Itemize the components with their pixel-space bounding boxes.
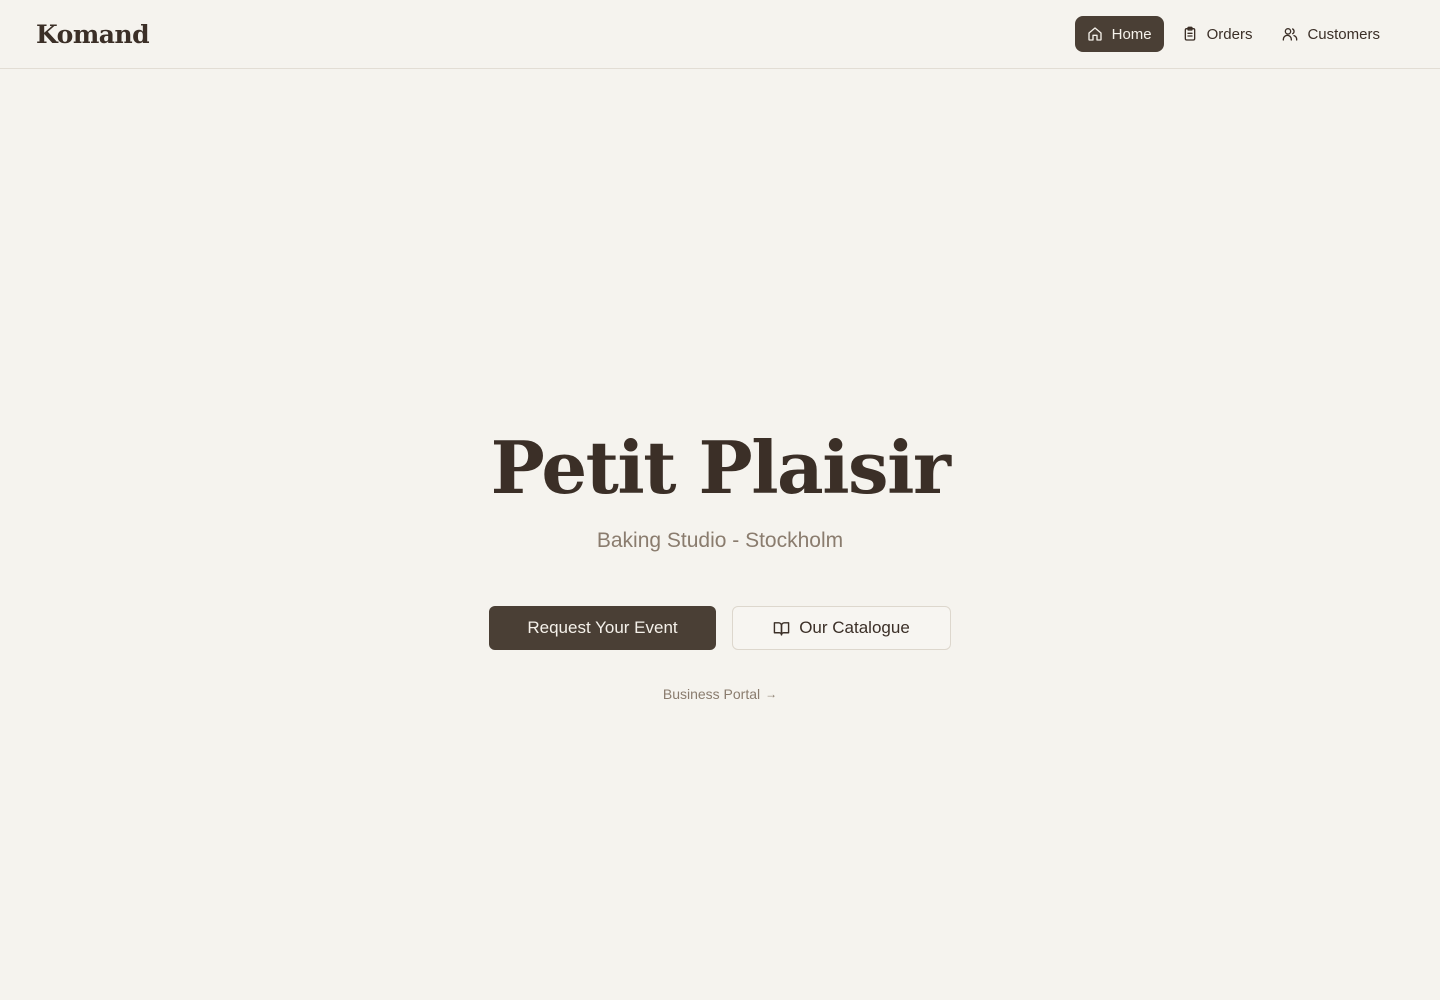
nav-item-home[interactable]: Home [1074,16,1164,52]
request-event-button[interactable]: Request Your Event [489,606,716,650]
hero-subtitle: Baking Studio - Stockholm [596,529,844,552]
book-open-icon [773,620,790,637]
hero-section: Petit Plaisir Baking Studio - Stockholm … [0,420,1440,702]
nav-item-label: Customers [1307,25,1380,43]
request-event-button-label: Request Your Event [527,618,678,637]
cta-row: Request Your Event Our Catalogue [489,606,951,650]
nav-item-label: Home [1111,25,1152,43]
clipboard-icon [1182,26,1198,42]
catalogue-button-label: Our Catalogue [799,618,910,637]
catalogue-button[interactable]: Our Catalogue [732,606,951,650]
arrow-right-icon: → [765,687,778,701]
nav-item-customers[interactable]: Customers [1270,16,1392,52]
top-navigation-bar: Komand Home Orders Customers [0,0,1440,69]
nav-item-label: Orders [1206,25,1253,43]
hero-title: Petit Plaisir [490,425,951,510]
brand-logo[interactable]: Komand [36,20,150,49]
home-icon [1087,26,1103,42]
business-portal-label: Business Portal [662,686,761,702]
users-icon [1282,26,1298,42]
business-portal-link[interactable]: Business Portal → [663,686,777,702]
main-nav: Home Orders Customers [1074,16,1392,52]
nav-item-orders[interactable]: Orders [1170,16,1265,52]
